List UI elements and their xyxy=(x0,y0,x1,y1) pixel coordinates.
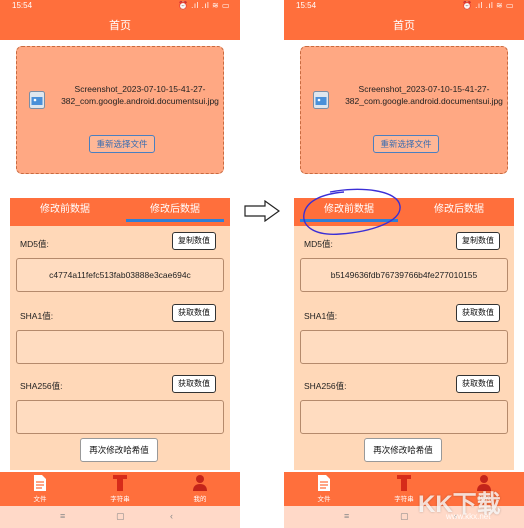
image-file-icon xyxy=(313,91,329,109)
nav-file[interactable]: 文件 xyxy=(294,474,354,503)
sha256-label: SHA256值: xyxy=(304,381,347,391)
recent-apps-icon[interactable]: ≡ xyxy=(60,511,65,521)
active-tab-indicator xyxy=(126,219,224,222)
nav-string-label: 字符串 xyxy=(110,496,130,503)
nav-me-label: 我的 xyxy=(193,496,207,503)
page-title: 首页 xyxy=(284,12,524,40)
sha1-value[interactable] xyxy=(300,330,508,364)
person-icon xyxy=(193,475,207,491)
nav-file-label: 文件 xyxy=(33,496,47,503)
right-phone: 15:54 ⏰ .ıl .ıl ≋ ▭ 首页 Screenshot_2023-0… xyxy=(284,0,524,528)
md5-label: MD5值: xyxy=(20,239,49,249)
page-title: 首页 xyxy=(0,12,240,40)
tab-before[interactable]: 修改前数据 xyxy=(10,198,120,226)
watermark-logo: KK下载 www.kkx.net xyxy=(416,484,520,524)
document-icon xyxy=(318,475,330,491)
sha256-label: SHA256值: xyxy=(20,381,63,391)
status-icons: ⏰ .ıl .ıl ≋ ▭ xyxy=(177,1,230,10)
md5-value[interactable]: c4774a11fefc513fab03888e3cae694c xyxy=(16,258,224,292)
status-bar: 15:54 ⏰ .ıl .ıl ≋ ▭ xyxy=(284,0,524,12)
system-nav-bar: ≡ ▢ ‹ xyxy=(0,506,240,528)
recent-apps-icon[interactable]: ≡ xyxy=(344,511,349,521)
sha1-label: SHA1值: xyxy=(20,311,54,321)
text-t-icon xyxy=(113,475,127,491)
nav-string[interactable]: 字符串 xyxy=(90,474,150,503)
back-icon[interactable]: ‹ xyxy=(170,511,173,521)
watermark-url: www.kkx.net xyxy=(446,512,491,521)
file-name: Screenshot_2023-07-10-15-41-27-382_com.g… xyxy=(61,84,219,106)
file-card[interactable]: Screenshot_2023-07-10-15-41-27-382_com.g… xyxy=(16,46,224,174)
reselect-file-button[interactable]: 重新选择文件 xyxy=(373,135,439,153)
sha256-value[interactable] xyxy=(16,400,224,434)
file-name: Screenshot_2023-07-10-15-41-27-382_com.g… xyxy=(345,84,503,106)
nav-file[interactable]: 文件 xyxy=(10,474,70,503)
status-time: 15:54 xyxy=(296,1,317,10)
status-bar: 15:54 ⏰ .ıl .ıl ≋ ▭ xyxy=(0,0,240,12)
get-sha1-button[interactable]: 获取数值 xyxy=(172,304,216,322)
home-icon[interactable]: ▢ xyxy=(116,511,125,522)
get-sha256-button[interactable]: 获取数值 xyxy=(172,375,216,393)
home-icon[interactable]: ▢ xyxy=(400,511,409,522)
status-icons: ⏰ .ıl .ıl ≋ ▭ xyxy=(461,1,514,10)
status-time: 15:54 xyxy=(12,1,33,10)
tab-after[interactable]: 修改后数据 xyxy=(404,198,514,226)
get-sha1-button[interactable]: 获取数值 xyxy=(456,304,500,322)
reselect-file-button[interactable]: 重新选择文件 xyxy=(89,135,155,153)
annotation-circle xyxy=(303,188,401,235)
nav-me[interactable]: 我的 xyxy=(170,474,230,503)
sha1-label: SHA1值: xyxy=(304,311,338,321)
modify-hash-again-button[interactable]: 再次修改哈希值 xyxy=(80,438,158,462)
text-t-icon xyxy=(397,475,411,491)
sha1-value[interactable] xyxy=(16,330,224,364)
bottom-nav: 文件 字符串 我的 xyxy=(0,472,240,506)
document-icon xyxy=(34,475,46,491)
copy-md5-button[interactable]: 复制数值 xyxy=(172,232,216,250)
hash-panel: 修改前数据 修改后数据 MD5值: 复制数值 c4774a11fefc513fa… xyxy=(10,198,230,470)
tab-bar: 修改前数据 修改后数据 xyxy=(10,198,230,226)
nav-file-label: 文件 xyxy=(317,496,331,503)
md5-value[interactable]: b5149636fdb76739766b4fe277010155 xyxy=(300,258,508,292)
right-arrow-icon xyxy=(244,200,280,222)
copy-md5-button[interactable]: 复制数值 xyxy=(456,232,500,250)
file-card[interactable]: Screenshot_2023-07-10-15-41-27-382_com.g… xyxy=(300,46,508,174)
image-file-icon xyxy=(29,91,45,109)
get-sha256-button[interactable]: 获取数值 xyxy=(456,375,500,393)
left-phone: 15:54 ⏰ .ıl .ıl ≋ ▭ 首页 Screenshot_2023-0… xyxy=(0,0,240,528)
modify-hash-again-button[interactable]: 再次修改哈希值 xyxy=(364,438,442,462)
nav-string-label: 字符串 xyxy=(394,496,414,503)
sha256-value[interactable] xyxy=(300,400,508,434)
